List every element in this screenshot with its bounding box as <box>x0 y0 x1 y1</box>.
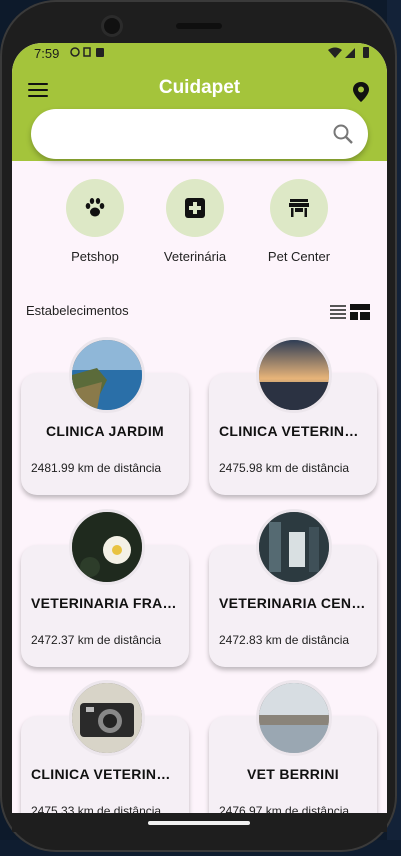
establishment-distance: 2472.83 km de distância <box>219 633 350 647</box>
establishment-distance: 2475.33 km de distância <box>31 804 162 813</box>
category-label: Veterinária <box>163 249 227 264</box>
medical-cross-icon <box>185 198 205 218</box>
app-screen: 7:59 Cuidapet Petshop Veterinária Pet Ce… <box>12 43 387 813</box>
category-circle <box>270 179 328 237</box>
category-label: Pet Center <box>267 249 331 264</box>
category-circle <box>166 179 224 237</box>
category-label: Petshop <box>71 249 119 264</box>
app-title: Cuidapet <box>158 77 241 98</box>
status-time: 7:59 <box>34 46 60 61</box>
location-pin-icon[interactable] <box>351 81 371 103</box>
speaker-grille <box>176 23 222 29</box>
establishment-name: VETERINARIA CENTRAL <box>219 595 367 611</box>
status-system-icons <box>327 46 373 62</box>
establishment-photo <box>256 680 332 756</box>
establishment-distance: 2472.37 km de distância <box>31 633 162 647</box>
search-bar <box>31 109 368 159</box>
store-icon <box>289 199 309 217</box>
establishment-photo <box>69 680 145 756</box>
establishment-distance: 2475.98 km de distância <box>219 461 350 475</box>
establishment-name: VETERINARIA FRANCA <box>31 595 179 611</box>
home-indicator[interactable] <box>148 821 250 825</box>
search-input[interactable] <box>49 121 323 149</box>
status-notification-icons <box>70 46 110 61</box>
list-view-icon[interactable] <box>330 305 346 319</box>
category-row: Petshop Veterinária Pet Center <box>12 179 387 269</box>
grid-view-icon[interactable] <box>350 304 370 320</box>
category-petshop[interactable]: Petshop <box>45 179 145 264</box>
status-bar: 7:59 <box>12 43 387 65</box>
establishment-name: CLINICA VETERINARIA <box>31 766 179 782</box>
establishment-distance: 2476.97 km de distância <box>219 804 350 813</box>
establishment-distance: 2481.99 km de distância <box>31 461 162 475</box>
category-circle <box>66 179 124 237</box>
category-pet-center[interactable]: Pet Center <box>249 179 349 264</box>
establishment-photo <box>256 337 332 413</box>
establishment-photo <box>256 509 332 585</box>
search-icon[interactable] <box>332 123 354 145</box>
section-title: Estabelecimentos <box>26 303 129 318</box>
establishment-name: CLINICA VETERINARIA <box>219 423 367 439</box>
establishment-photo <box>69 509 145 585</box>
establishment-name: CLINICA JARDIM <box>45 423 164 439</box>
paw-icon <box>85 198 105 217</box>
establishment-photo <box>69 337 145 413</box>
establishment-name: VET BERRINI <box>247 766 339 782</box>
category-veterinaria[interactable]: Veterinária <box>145 179 245 264</box>
camera-icon <box>104 18 120 34</box>
